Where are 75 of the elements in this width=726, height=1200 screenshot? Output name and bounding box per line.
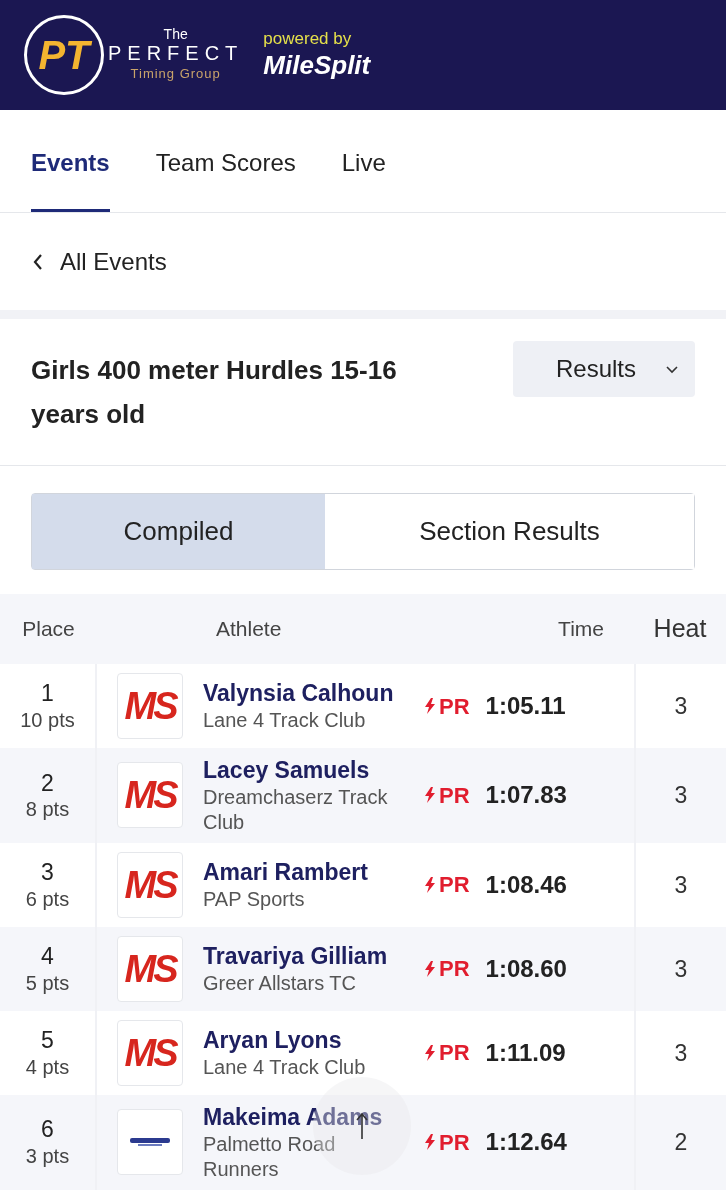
athlete-name[interactable]: Lacey Samuels (203, 756, 415, 785)
heat-number: 3 (674, 1038, 688, 1068)
nav-tab[interactable]: Live (341, 145, 386, 212)
result-time: 1:08.46 (485, 869, 567, 900)
team-name: Palmetto Road Runners (203, 1131, 337, 1182)
place-number: 6 (41, 1115, 54, 1144)
heat-number: 3 (674, 954, 688, 984)
chevron-down-icon (665, 364, 679, 374)
result-row[interactable]: 1 10 pts MS Valynsia Calhoun Lane 4 Track Club PR 1:05.11 3 (0, 664, 726, 748)
nav-tab[interactable]: Team Scores (155, 145, 296, 212)
bolt-icon (425, 1134, 435, 1151)
result-row[interactable]: 5 4 pts MS Aryan Lyons Lane 4 Track Club PR 1:11.09 3 (0, 1010, 726, 1095)
result-time: 1:07.83 (485, 780, 567, 811)
bolt-icon (425, 960, 435, 977)
logo-name: PERFECT (108, 41, 244, 67)
team-name: PAP Sports (203, 886, 306, 912)
pr-label: PR (439, 1128, 470, 1157)
nav-tab[interactable]: Events (31, 145, 110, 212)
bolt-icon (425, 876, 435, 893)
result-row[interactable]: 3 6 pts MS Amari Rambert PAP Sports PR 1:08.46 3 (0, 842, 726, 927)
athlete-name[interactable]: Valynsia Calhoun (203, 679, 415, 708)
logo-subtitle: Timing Group (130, 66, 221, 83)
team-logo: MS (117, 935, 183, 1002)
place-points: 8 pts (25, 797, 70, 823)
pr-label: PR (439, 781, 470, 810)
logo-top: The (163, 27, 188, 42)
pr-label: PR (439, 692, 470, 721)
column-header: Athlete (216, 616, 282, 643)
back-link[interactable]: All Events (32, 243, 167, 280)
place-number: 5 (41, 1025, 54, 1055)
place-points: 10 pts (20, 707, 75, 733)
heat-number: 3 (674, 691, 688, 721)
results-dropdown[interactable]: Results (513, 341, 695, 397)
team-name: Dreamchaserz Track Club (203, 784, 389, 835)
team-name: Greer Allstars TC (203, 970, 357, 996)
athlete-name[interactable]: Amari Rambert (203, 857, 415, 887)
column-header: Heat (652, 613, 708, 645)
heat-number: 2 (674, 1127, 688, 1157)
column-header: Place (21, 616, 76, 643)
event-title: Girls 400 meter Hurdles 15-16 years old (31, 354, 398, 431)
place-points: 4 pts (25, 1054, 70, 1080)
place-number: 2 (41, 768, 54, 798)
powered-by: powered by (263, 28, 353, 50)
place-number: 4 (41, 941, 54, 971)
chevron-left-icon (32, 252, 44, 271)
athlete-name[interactable]: Travariya Gilliam (203, 941, 415, 971)
logo-badge: PT (24, 15, 104, 95)
bolt-icon (425, 1044, 435, 1061)
result-time: 1:05.11 (485, 691, 566, 721)
result-time: 1:12.64 (485, 1127, 567, 1158)
place-points: 3 pts (25, 1144, 70, 1169)
place-points: 6 pts (25, 886, 70, 912)
team-name: Lane 4 Track Club (203, 707, 367, 733)
pr-label: PR (439, 871, 470, 900)
team-logo: MS (117, 851, 183, 918)
place-number: 3 (41, 857, 54, 887)
team-name: Lane 4 Track Club (203, 1054, 367, 1080)
result-time: 1:11.09 (485, 1037, 566, 1068)
pr-label: PR (439, 1039, 470, 1068)
heat-number: 3 (674, 870, 688, 900)
place-number: 1 (41, 679, 54, 708)
partner-logo: MileSplit (263, 49, 371, 82)
team-logo: MS (117, 673, 183, 739)
team-logo: MS (117, 762, 183, 829)
team-logo: MS (117, 1019, 183, 1086)
column-header: Time (558, 616, 604, 643)
heat-number: 3 (674, 781, 688, 811)
team-logo (117, 1109, 183, 1176)
bolt-icon (425, 787, 435, 804)
pr-label: PR (439, 955, 470, 984)
segment-tab[interactable]: Compiled (32, 494, 325, 569)
result-time: 1:08.60 (485, 953, 567, 984)
place-points: 5 pts (25, 970, 70, 996)
athlete-name[interactable]: Aryan Lyons (203, 1025, 415, 1055)
bolt-icon (425, 698, 435, 714)
